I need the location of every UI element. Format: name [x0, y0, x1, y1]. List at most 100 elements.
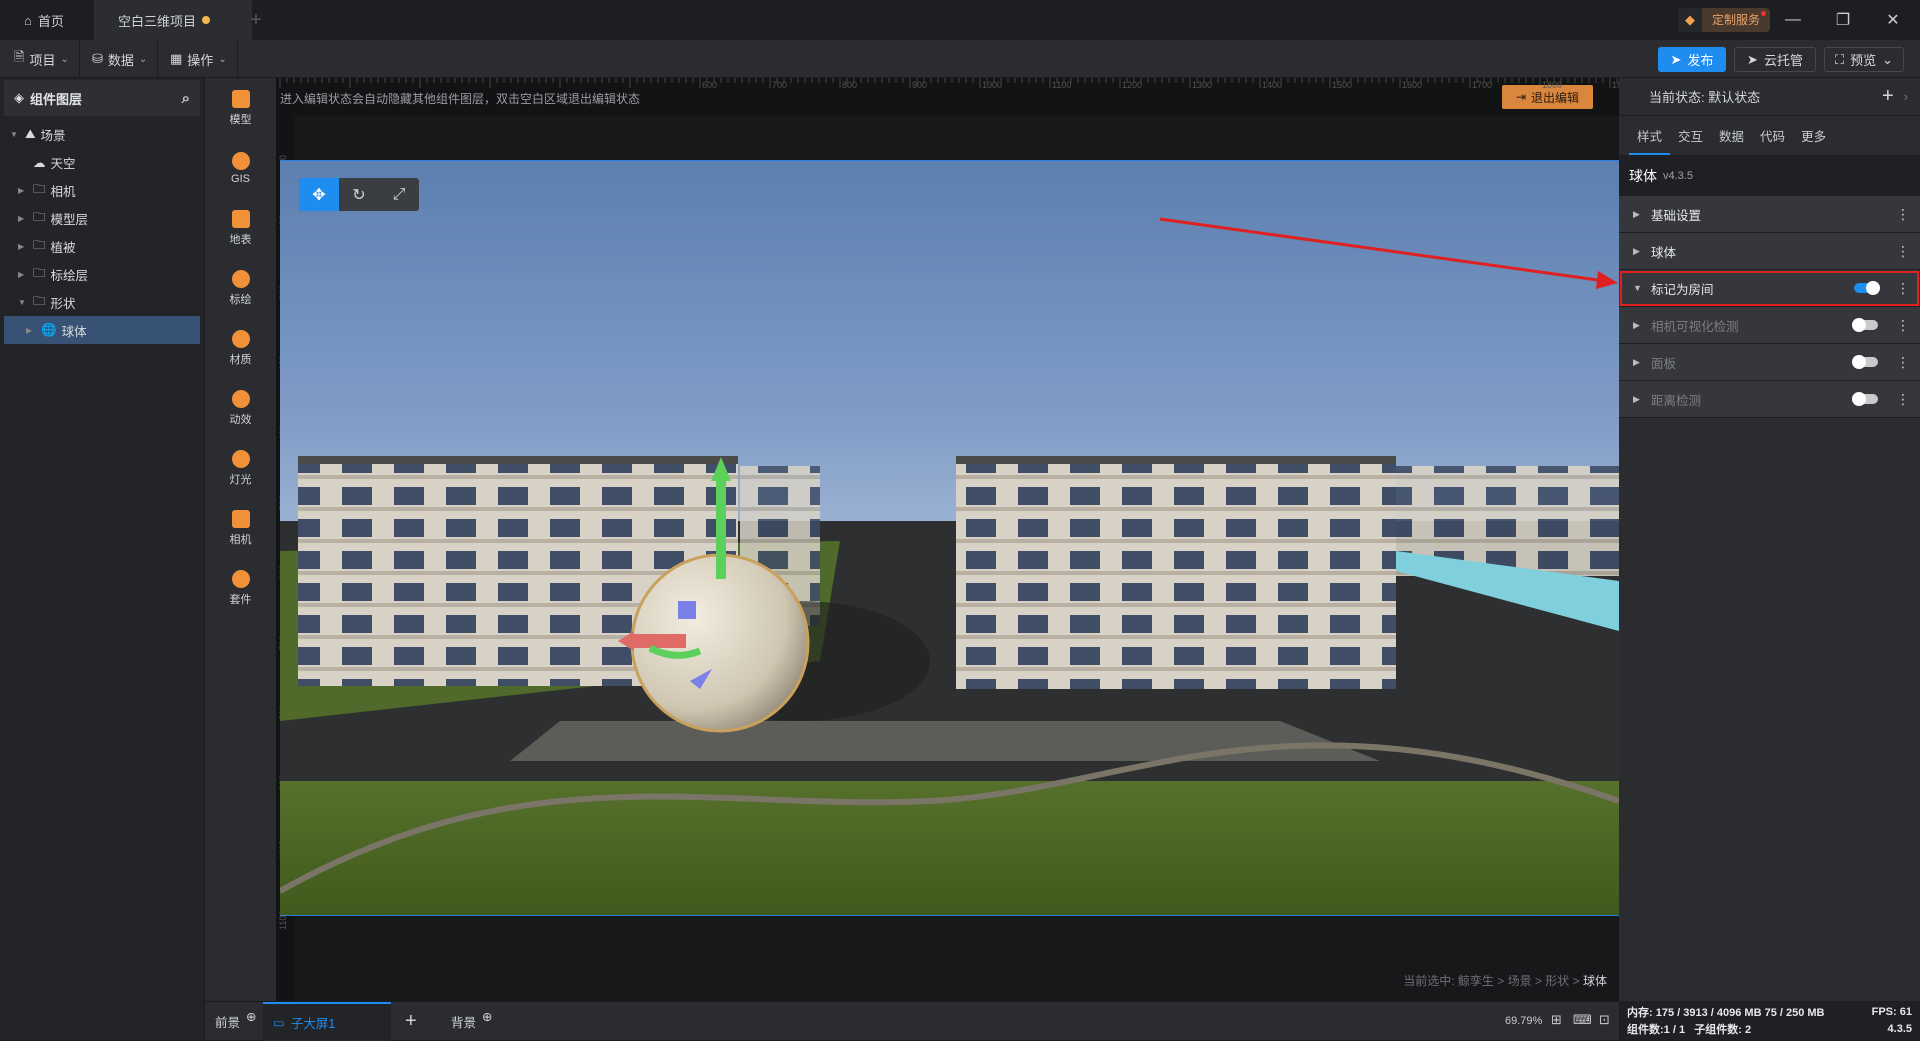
tool-label: 灯光 — [229, 473, 252, 486]
tab-more[interactable]: 更多 — [1793, 126, 1834, 155]
window-tab-bar: ⌂ 首页 空白三维项目 + ◆ 定制服务 — ❐ ✕ — [0, 0, 1920, 40]
3d-viewport[interactable]: ✥ ↻ ⤢ — [280, 160, 1619, 916]
caret-right-icon[interactable]: ▶ — [18, 186, 28, 195]
layer-label: 模型层 — [50, 212, 89, 227]
layer-item[interactable]: ▶ 🌐 球体 — [4, 316, 200, 344]
chevron-right-icon[interactable]: › — [1904, 89, 1908, 104]
menu-operations[interactable]: ▦ 操作 ⌄ — [160, 40, 238, 78]
tool-gis[interactable]: GIS — [205, 138, 276, 198]
section-0[interactable]: ▶ 基础设置 ⋮ — [1619, 196, 1920, 233]
caret-right-icon[interactable]: ▶ — [18, 270, 28, 279]
section-2[interactable]: ▼ 标记为房间 ⋮ — [1619, 270, 1920, 307]
tab-sub-screen[interactable]: ▭ 子大屏1 — [263, 1002, 391, 1041]
keyboard-icon[interactable]: ⌨ — [1573, 1012, 1592, 1028]
tab-data[interactable]: 数据 — [1711, 126, 1752, 155]
close-button[interactable]: ✕ — [1878, 6, 1908, 34]
more-vertical-icon[interactable]: ⋮ — [1896, 206, 1910, 223]
section-5[interactable]: ▶ 距离检测 ⋮ — [1619, 381, 1920, 418]
caret-down-icon[interactable]: ▼ — [18, 298, 28, 307]
caret-right-icon[interactable]: ▶ — [1633, 320, 1643, 331]
tool-camera[interactable]: 相机 — [205, 498, 276, 558]
tool-label: 地表 — [229, 233, 252, 246]
properties-panel: 当前状态: 默认状态 + › 样式 交互 数据 代码 更多 球体 v4.3.5 ▶ 基础设置 ⋮ ▶… — [1619, 78, 1920, 1001]
section-1[interactable]: ▶ 球体 ⋮ — [1619, 233, 1920, 270]
zoom-level[interactable]: 69.79% — [1505, 1015, 1542, 1027]
console-icon[interactable]: ⊡ — [1599, 1012, 1610, 1028]
tool-effect[interactable]: 动效 — [205, 378, 276, 438]
layers-icon: ◈ — [14, 90, 24, 105]
state-selector[interactable]: 默认状态 — [1708, 87, 1760, 106]
terrain-icon — [231, 209, 250, 228]
menu-project[interactable]: 🗎 项目 ⌄ — [4, 40, 80, 78]
tab-project[interactable]: 空白三维项目 — [94, 0, 252, 40]
caret-right-icon[interactable]: ▶ — [18, 214, 28, 223]
caret-down-icon[interactable]: ▼ — [10, 130, 20, 139]
more-vertical-icon[interactable]: ⋮ — [1896, 317, 1910, 334]
scene-icon: ⛰ — [25, 126, 36, 141]
folder-icon: 🗀 — [33, 181, 46, 196]
tab-code[interactable]: 代码 — [1752, 126, 1793, 155]
layer-item[interactable]: ▼ 🗀 形状 — [4, 288, 200, 316]
tab-background[interactable]: 背景 ⊕ — [451, 1002, 493, 1041]
section-toggle[interactable] — [1852, 392, 1878, 406]
layer-item[interactable]: ▶ 🗀 相机 — [4, 176, 200, 204]
chevron-down-icon: ⌄ — [218, 53, 227, 65]
tab-foreground[interactable]: 前景 ⊕ — [215, 1002, 257, 1041]
minimize-button[interactable]: — — [1778, 6, 1808, 34]
section-4[interactable]: ▶ 面板 ⋮ — [1619, 344, 1920, 381]
ruler-label: 1800 — [1542, 80, 1563, 90]
ruler-label: 1400 — [1262, 80, 1283, 90]
menu-data[interactable]: ⛁ 数据 ⌄ — [82, 40, 159, 78]
ruler-label: 1700 — [1472, 80, 1493, 90]
layer-item[interactable]: ▶ 🗀 植被 — [4, 232, 200, 260]
add-state-icon[interactable]: + — [1882, 85, 1894, 108]
tool-material[interactable]: 材质 — [205, 318, 276, 378]
tab-home[interactable]: ⌂ 首页 — [0, 0, 94, 40]
section-toggle[interactable] — [1854, 281, 1880, 295]
layer-label: 球体 — [61, 324, 87, 339]
tool-light[interactable]: 灯光 — [205, 438, 276, 498]
caret-right-icon[interactable]: ▶ — [1633, 394, 1643, 405]
layer-label: 标绘层 — [50, 268, 89, 283]
chevron-down-icon: ⌄ — [1882, 51, 1894, 67]
search-icon[interactable]: ⌕ — [182, 90, 190, 107]
section-toggle[interactable] — [1852, 318, 1878, 332]
tab-interaction[interactable]: 交互 — [1670, 126, 1711, 155]
tool-label: 标绘 — [229, 293, 252, 306]
section-toggle[interactable] — [1852, 355, 1878, 369]
layer-item[interactable]: ▶ 🗀 标绘层 — [4, 260, 200, 288]
annotation-arrow — [1159, 217, 1618, 289]
chevron-down-icon: ⌄ — [60, 53, 69, 65]
tab-style[interactable]: 样式 — [1629, 126, 1671, 155]
caret-down-icon[interactable]: ▼ — [1633, 283, 1643, 293]
caret-right-icon[interactable]: ▶ — [26, 326, 36, 335]
tool-kit[interactable]: 套件 — [205, 558, 276, 618]
tool-label: 套件 — [229, 593, 252, 606]
caret-right-icon[interactable]: ▶ — [18, 242, 28, 251]
more-vertical-icon[interactable]: ⋮ — [1896, 243, 1910, 260]
custom-service-button[interactable]: ◆ 定制服务 — [1678, 8, 1771, 32]
caret-right-icon[interactable]: ▶ — [1633, 209, 1643, 220]
layer-item[interactable]: ▼ ⛰ 场景 — [4, 120, 200, 148]
add-circle-icon[interactable]: ⊕ — [246, 1009, 256, 1024]
layer-item[interactable]: ☁ 天空 — [4, 148, 200, 176]
add-screen-button[interactable]: + — [405, 1002, 417, 1041]
layer-item[interactable]: ▶ 🗀 模型层 — [4, 204, 200, 232]
editor-canvas[interactable]: 进入编辑状态会自动隐藏其他组件图层，双击空白区域退出编辑状态 ⇥ 退出编辑 600… — [276, 78, 1632, 1001]
more-vertical-icon[interactable]: ⋮ — [1896, 280, 1910, 297]
more-vertical-icon[interactable]: ⋮ — [1896, 391, 1910, 408]
caret-right-icon[interactable]: ▶ — [1633, 246, 1643, 257]
preview-button[interactable]: ⛶ 预览 ⌄ — [1824, 47, 1904, 72]
new-tab-button[interactable]: + — [246, 0, 266, 40]
add-circle-icon[interactable]: ⊕ — [482, 1009, 492, 1024]
more-vertical-icon[interactable]: ⋮ — [1896, 354, 1910, 371]
fit-screen-icon[interactable]: ⊞ — [1551, 1012, 1562, 1028]
tool-model[interactable]: 模型 — [205, 78, 276, 138]
tool-terrain[interactable]: 地表 — [205, 198, 276, 258]
section-3[interactable]: ▶ 相机可视化检测 ⋮ — [1619, 307, 1920, 344]
publish-button[interactable]: ➤ 发布 — [1658, 47, 1726, 72]
restore-button[interactable]: ❐ — [1828, 6, 1858, 34]
caret-right-icon[interactable]: ▶ — [1633, 357, 1643, 368]
cloud-hosting-button[interactable]: ➤ 云托管 — [1734, 47, 1816, 72]
tool-marker[interactable]: 标绘 — [205, 258, 276, 318]
